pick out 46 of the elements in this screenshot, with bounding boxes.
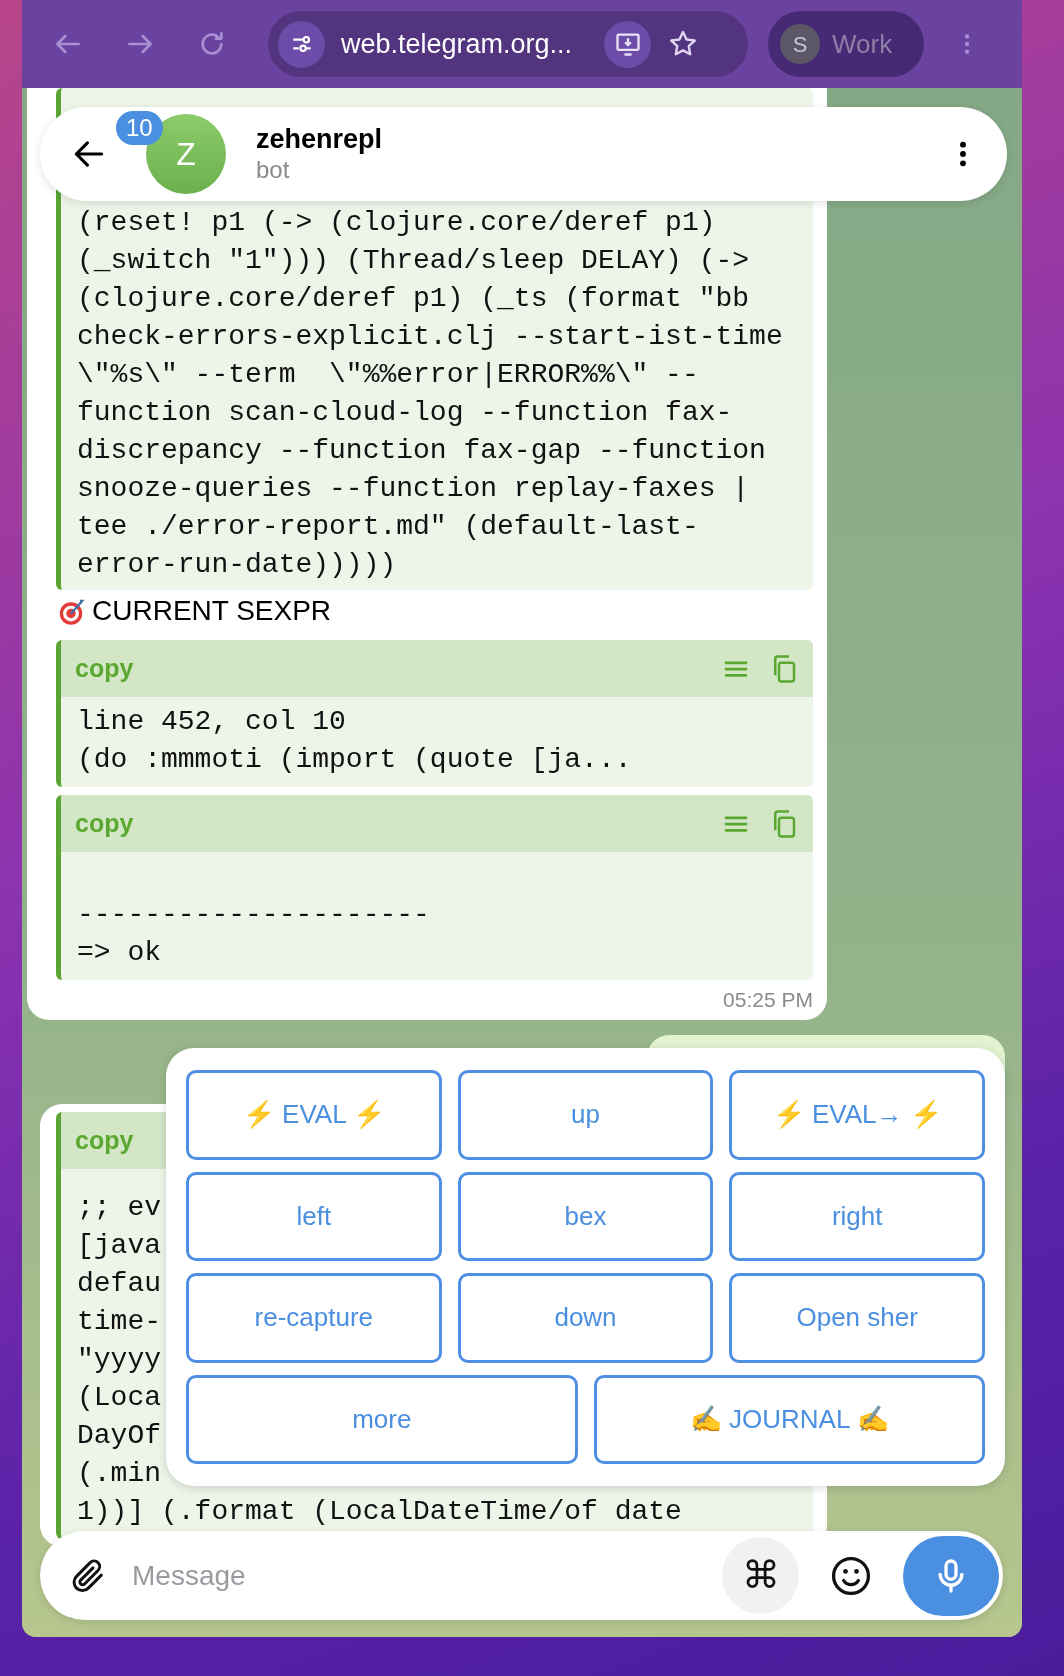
code-line: ;; ev [76,1191,162,1225]
bot-commands-button[interactable]: ⌘ [722,1537,799,1614]
chat-title: zehenrepl [256,123,383,155]
code-line: defau [76,1267,162,1301]
code-line: line 452, col 10 [76,705,347,739]
code-line: --------------------- [76,898,431,932]
code-line: function scan-cloud-log --function fax- [76,396,734,430]
keyboard-button[interactable]: more [186,1374,578,1464]
code-line: [java [76,1229,162,1263]
code-line: DayOf [76,1419,162,1453]
code-language-label: copy [75,1124,134,1156]
keyboard-button[interactable]: re-capture [186,1273,442,1363]
chat-subtitle: bot [256,155,291,185]
keyboard-button[interactable]: left [186,1171,442,1261]
code-line: (Loca [76,1381,162,1415]
code-line: 1))] (.format (LocalDateTime/of date [76,1495,683,1529]
message-time: 05:25 PM [722,988,813,1012]
code-line: tee ./error-report.md" (default-last- [76,510,700,544]
keyboard-button[interactable]: bex [457,1171,714,1261]
profile-name: Work [832,27,893,61]
code-line: (_switch "1"))) (Thread/sleep DELAY) (-> [76,244,751,278]
code-line: \"%s\" --term \"%%error|ERROR%%\" -- [76,358,700,392]
address-bar[interactable]: web.telegram.org... [268,11,748,77]
code-line: discrepancy --function fax-gap --function [76,434,767,468]
keyboard-button[interactable]: right [729,1171,985,1261]
code-line: (.min [76,1457,162,1491]
microphone-button[interactable] [903,1535,999,1616]
code-line: error-run-date))))) [76,548,398,582]
keyboard-button[interactable]: Open sher [729,1273,985,1363]
section-heading: CURRENT SEXPR [92,594,332,628]
code-language-label: copy [75,652,134,684]
code-line: (do :mmmoti (import (quote [ja... [76,743,633,777]
message-input-field[interactable]: Message ⌘ [40,1531,1003,1620]
keyboard-button[interactable]: down [457,1273,714,1363]
code-line: "yyyy [76,1343,162,1377]
profile-avatar: S [780,24,820,64]
code-line: (clojure.core/deref p1) (_ts (format "bb [76,282,751,316]
url-text: web.telegram.org... [341,27,573,61]
code-language-label: copy [75,807,134,839]
keyboard-button[interactable]: up [457,1070,714,1160]
code-line: snooze-queries --function replay-faxes | [76,472,751,506]
code-line: time- [76,1305,162,1339]
code-line: => ok [76,936,162,970]
code-line: check-errors-explicit.clj --start-ist-time [76,320,784,354]
profile-button[interactable]: S Work [768,11,924,77]
code-line: (reset! p1 (-> (clojure.core/deref p1) [76,206,717,240]
